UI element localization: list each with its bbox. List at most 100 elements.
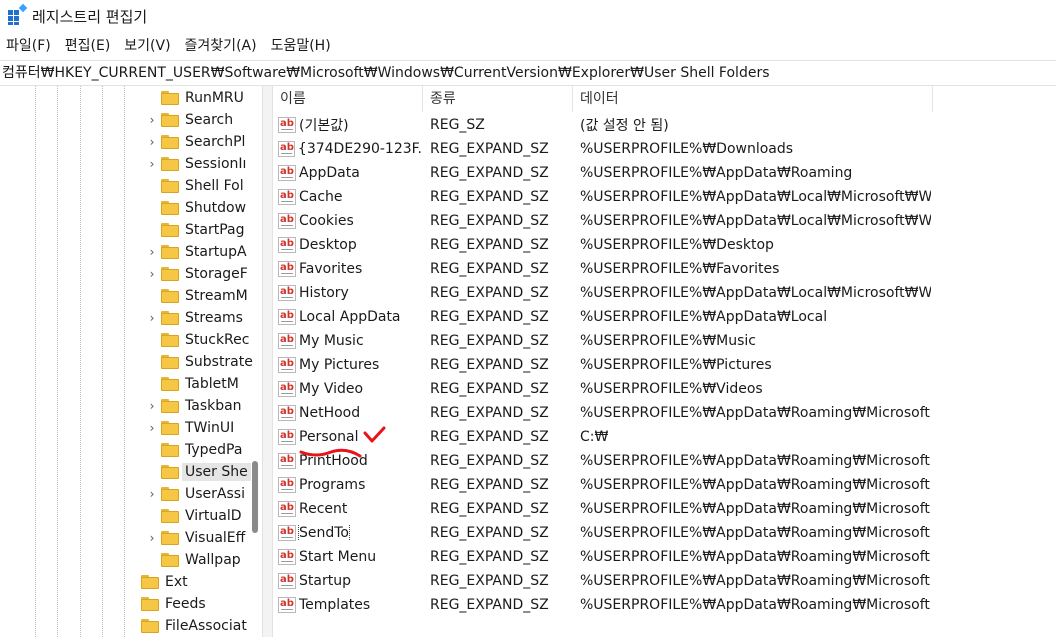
value-type: REG_EXPAND_SZ — [430, 213, 549, 229]
tree-item[interactable]: TypedPa — [161, 439, 242, 461]
tree-item[interactable]: VirtualD — [161, 505, 242, 527]
value-type: REG_EXPAND_SZ — [430, 477, 549, 493]
value-type: REG_EXPAND_SZ — [430, 453, 549, 469]
chevron-right-icon[interactable]: › — [147, 241, 157, 263]
tree-item[interactable]: Feeds — [141, 593, 206, 615]
value-list[interactable]: 이름 종류 데이터 ab (기본값) REG_SZ (값 설정 안 됨) ab {374D… — [273, 86, 1056, 637]
tree-item[interactable]: StuckRec — [161, 329, 249, 351]
value-name: Desktop — [299, 237, 357, 253]
value-row[interactable]: ab Start Menu REG_EXPAND_SZ %USERPROFILE%₩A… — [273, 545, 1056, 569]
value-row[interactable]: ab Startup REG_EXPAND_SZ %USERPROFILE%₩AppD… — [273, 569, 1056, 593]
value-row[interactable]: ab My Pictures REG_EXPAND_SZ %USERPROFILE%₩… — [273, 353, 1056, 377]
tree-item[interactable]: Substrate — [161, 351, 253, 373]
value-row[interactable]: ab PrintHood REG_EXPAND_SZ %USERPROFILE%₩Ap… — [273, 449, 1056, 473]
value-name-cell: ab Programs — [273, 477, 423, 493]
value-row[interactable]: ab Personal REG_EXPAND_SZ C:₩ — [273, 425, 1056, 449]
address-bar[interactable]: 컴퓨터₩HKEY_CURRENT_USER₩Software₩Microsoft… — [0, 60, 1056, 86]
value-name: Start Menu — [299, 549, 377, 565]
chevron-right-icon[interactable]: › — [147, 153, 157, 175]
menu-favorites[interactable]: 즐겨찾기(A) — [179, 33, 265, 59]
menu-view[interactable]: 보기(V) — [118, 33, 178, 59]
value-row[interactable]: ab NetHood REG_EXPAND_SZ %USERPROFILE%₩AppD… — [273, 401, 1056, 425]
value-row[interactable]: ab {374DE290-123F... REG_EXPAND_SZ %USERPRO… — [273, 137, 1056, 161]
tree-item[interactable]: › Streams — [150, 307, 243, 329]
chevron-right-icon[interactable]: › — [147, 483, 157, 505]
value-name: Cache — [299, 189, 343, 205]
column-header-name[interactable]: 이름 — [273, 86, 423, 112]
tree-item[interactable]: RunMRU — [161, 87, 244, 109]
tree-item[interactable]: Ext — [141, 571, 188, 593]
value-type: REG_EXPAND_SZ — [430, 309, 549, 325]
tree-item-label: SessionIı — [185, 156, 247, 172]
tree-item[interactable]: › VisualEff — [150, 527, 246, 549]
value-row[interactable]: ab Templates REG_EXPAND_SZ %USERPROFILE%₩Ap… — [273, 593, 1056, 617]
value-data: %USERPROFILE%₩AppData₩Local — [580, 309, 828, 325]
pane-splitter[interactable] — [262, 86, 273, 637]
tree-item[interactable]: › Search — [150, 109, 234, 131]
tree-item[interactable]: › SessionIı — [150, 153, 247, 175]
value-data: %USERPROFILE%₩AppData₩Roaming₩Microsoft.… — [580, 501, 931, 517]
folder-icon — [161, 157, 179, 171]
value-name: History — [299, 285, 349, 301]
folder-icon — [161, 399, 179, 413]
chevron-right-icon[interactable]: › — [147, 527, 157, 549]
menu-edit[interactable]: 편집(E) — [59, 33, 119, 59]
value-row[interactable]: ab Cookies REG_EXPAND_SZ %USERPROFILE%₩AppD… — [273, 209, 1056, 233]
string-value-icon: ab — [278, 285, 296, 301]
chevron-right-icon[interactable]: › — [147, 395, 157, 417]
tree-item[interactable]: Shell Fol — [161, 175, 244, 197]
key-tree[interactable]: RunMRU › Search › SearchPl › SessionIı Shell Fo… — [0, 86, 262, 637]
string-value-icon: ab — [278, 237, 296, 253]
value-row[interactable]: ab My Music REG_EXPAND_SZ %USERPROFILE%₩Mus… — [273, 329, 1056, 353]
column-header-data[interactable]: 데이터 — [573, 86, 933, 112]
value-name-cell: ab Start Menu — [273, 549, 423, 565]
value-name-cell: ab Favorites — [273, 261, 423, 277]
value-row[interactable]: ab Favorites REG_EXPAND_SZ %USERPROFILE%₩Fa… — [273, 257, 1056, 281]
value-type: REG_EXPAND_SZ — [430, 501, 549, 517]
string-value-icon: ab — [278, 453, 296, 469]
chevron-right-icon[interactable]: › — [147, 263, 157, 285]
value-row[interactable]: ab History REG_EXPAND_SZ %USERPROFILE%₩AppD… — [273, 281, 1056, 305]
tree-item[interactable]: FileAssociat — [141, 615, 247, 637]
value-name-cell: ab My Video — [273, 381, 423, 397]
value-type: REG_EXPAND_SZ — [430, 381, 549, 397]
tree-item[interactable]: TabletM — [161, 373, 239, 395]
tree-item-label: VirtualD — [185, 508, 242, 524]
value-name-cell: ab Recent — [273, 501, 423, 517]
value-row[interactable]: ab SendTo REG_EXPAND_SZ %USERPROFILE%₩AppDa… — [273, 521, 1056, 545]
tree-item[interactable]: › StartupA — [150, 241, 247, 263]
chevron-right-icon[interactable]: › — [147, 417, 157, 439]
value-name-cell: ab Startup — [273, 573, 423, 589]
folder-icon — [161, 179, 179, 193]
tree-item[interactable]: › TWinUI — [150, 417, 235, 439]
folder-icon — [161, 91, 179, 105]
value-row[interactable]: ab Local AppData REG_EXPAND_SZ %USERPROFILE… — [273, 305, 1056, 329]
chevron-right-icon[interactable]: › — [147, 109, 157, 131]
chevron-right-icon[interactable]: › — [147, 131, 157, 153]
tree-item[interactable]: StartPag — [161, 219, 244, 241]
value-name: Favorites — [299, 261, 363, 277]
chevron-right-icon[interactable]: › — [147, 307, 157, 329]
value-name: Cookies — [299, 213, 354, 229]
tree-scrollbar-thumb[interactable] — [252, 461, 258, 533]
menu-help[interactable]: 도움말(H) — [265, 33, 339, 59]
tree-item[interactable]: › UserAssi — [150, 483, 245, 505]
value-row[interactable]: ab Recent REG_EXPAND_SZ %USERPROFILE%₩AppDa… — [273, 497, 1056, 521]
value-row[interactable]: ab Cache REG_EXPAND_SZ %USERPROFILE%₩AppDat… — [273, 185, 1056, 209]
value-type: REG_EXPAND_SZ — [430, 333, 549, 349]
column-header-type[interactable]: 종류 — [423, 86, 573, 112]
value-row[interactable]: ab My Video REG_EXPAND_SZ %USERPROFILE%₩Vid… — [273, 377, 1056, 401]
value-row[interactable]: ab AppData REG_EXPAND_SZ %USERPROFILE%₩AppD… — [273, 161, 1056, 185]
tree-item[interactable]: StreamM — [161, 285, 248, 307]
value-row[interactable]: ab (기본값) REG_SZ (값 설정 안 됨) — [273, 113, 1056, 137]
tree-item[interactable]: User She — [161, 461, 251, 483]
tree-item[interactable]: › Taskban — [150, 395, 242, 417]
value-name-cell: ab PrintHood — [273, 453, 423, 469]
value-row[interactable]: ab Desktop REG_EXPAND_SZ %USERPROFILE%₩Desk… — [273, 233, 1056, 257]
tree-item[interactable]: Shutdow — [161, 197, 246, 219]
menu-file[interactable]: 파일(F) — [0, 33, 59, 59]
tree-item[interactable]: › StorageF — [150, 263, 248, 285]
tree-item[interactable]: Wallpap — [161, 549, 241, 571]
tree-item[interactable]: › SearchPl — [150, 131, 246, 153]
value-row[interactable]: ab Programs REG_EXPAND_SZ %USERPROFILE%₩App… — [273, 473, 1056, 497]
